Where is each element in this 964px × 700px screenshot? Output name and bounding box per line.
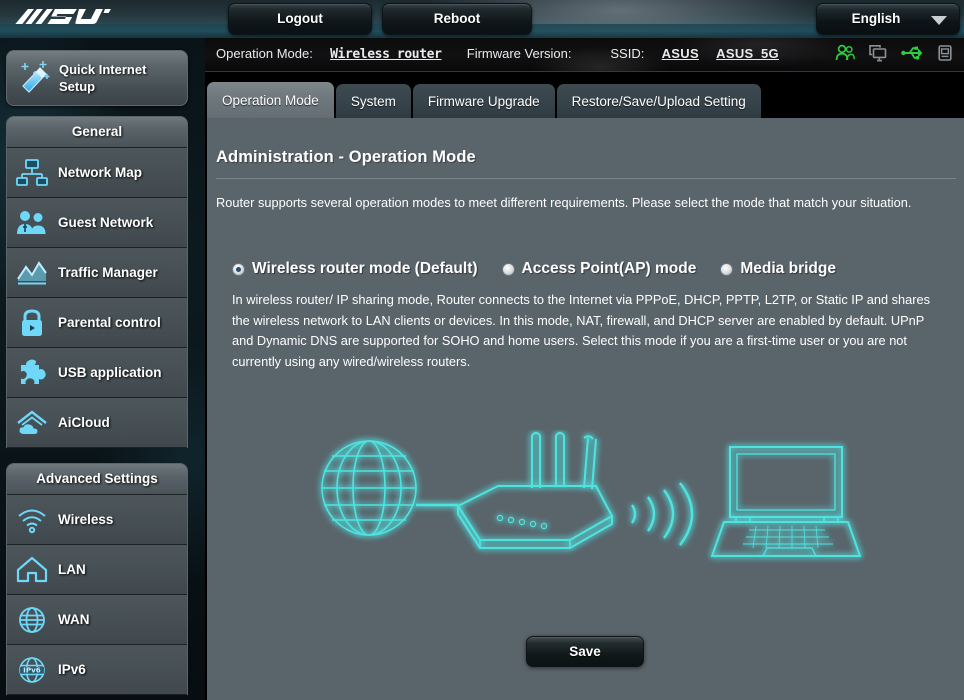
sidebar-item-wan-label: WAN [58, 612, 90, 627]
globe-icon [15, 604, 49, 636]
sidebar-group-general: General Network Map Guest Network Traffi… [6, 116, 188, 448]
top-banner: Logout Reboot English [0, 0, 964, 38]
sidebar-item-traffic-manager-label: Traffic Manager [58, 265, 158, 280]
tab-system[interactable]: System [335, 84, 411, 120]
operation-mode-label: Operation Mode: [216, 46, 313, 61]
sidebar-item-aicloud-label: AiCloud [58, 415, 110, 430]
svg-text:IPv6: IPv6 [23, 665, 41, 674]
sidebar-group-advanced-header: Advanced Settings [7, 464, 187, 495]
tab-firmware-upgrade[interactable]: Firmware Upgrade [412, 84, 555, 120]
asus-logo [13, 7, 111, 29]
page-intro-text: Router supports several operation modes … [216, 195, 912, 210]
status-icon-tray [835, 44, 954, 62]
sidebar: Quick Internet Setup General Network Map… [0, 38, 205, 700]
sidebar-item-parental-control-label: Parental control [58, 315, 161, 330]
save-button[interactable]: Save [526, 636, 644, 667]
network-topology-diagram [312, 430, 872, 590]
sidebar-item-wireless[interactable]: Wireless [7, 495, 187, 545]
sidebar-item-usb-application-label: USB application [58, 365, 162, 380]
sidebar-item-guest-network-label: Guest Network [58, 215, 154, 230]
logout-button[interactable]: Logout [228, 3, 372, 35]
laptop-icon [710, 446, 862, 557]
sidebar-item-wan[interactable]: WAN [7, 595, 187, 645]
sidebar-item-lan-label: LAN [58, 562, 86, 577]
language-selector-value: English [851, 11, 901, 26]
radio-option-access-point[interactable]: Access Point(AP) mode [501, 260, 697, 278]
chevron-down-icon [931, 16, 947, 25]
sidebar-item-ipv6[interactable]: IPv6 IPv6 [7, 645, 187, 695]
globe-internet-icon [321, 440, 417, 536]
wifi-icon [15, 504, 49, 536]
sidebar-item-parental-control[interactable]: Parental control [7, 298, 187, 348]
sidebar-item-guest-network[interactable]: Guest Network [7, 198, 187, 248]
sidebar-item-aicloud[interactable]: AiCloud [7, 398, 187, 448]
usb-icon[interactable] [901, 44, 923, 62]
house-icon [15, 554, 49, 586]
tab-strip: Operation Mode System Firmware Upgrade R… [207, 82, 761, 120]
language-selector[interactable]: English [816, 3, 960, 35]
radio-media-bridge[interactable] [720, 262, 734, 276]
radio-wireless-router[interactable] [232, 262, 245, 276]
radio-access-point-label: Access Point(AP) mode [521, 260, 697, 277]
clients-users-icon[interactable] [835, 44, 855, 62]
wireless-router-icon [456, 432, 614, 549]
asus-router-admin-page: Logout Reboot English Operation Mode: Wi… [0, 0, 964, 700]
sidebar-item-traffic-manager[interactable]: Traffic Manager [7, 248, 187, 298]
ipv6-globe-icon: IPv6 [15, 654, 49, 686]
radio-option-wireless-router[interactable]: Wireless router mode (Default) [232, 260, 478, 278]
reboot-button[interactable]: Reboot [382, 3, 532, 35]
ssid-label: SSID: [610, 46, 645, 61]
printer-icon[interactable] [936, 44, 954, 62]
aicloud-icon [15, 407, 49, 439]
sidebar-group-general-header: General [7, 117, 187, 148]
main-content: Administration - Operation Mode Router s… [207, 118, 964, 700]
sidebar-group-advanced-settings: Advanced Settings Wireless LAN WAN IPv6 … [6, 463, 188, 695]
magic-wand-icon [16, 58, 56, 100]
asus-logo-mark [15, 9, 111, 24]
mode-description: In wireless router/ IP sharing mode, Rou… [232, 292, 931, 369]
tab-operation-mode[interactable]: Operation Mode [207, 82, 334, 120]
page-title: Administration - Operation Mode [216, 148, 476, 166]
sidebar-item-usb-application[interactable]: USB application [7, 348, 187, 398]
ssid-value-5g[interactable]: ASUS_5G [716, 46, 779, 61]
operation-mode-value[interactable]: Wireless router [330, 47, 442, 62]
title-divider [216, 178, 956, 179]
radio-media-bridge-label: Media bridge [740, 260, 836, 277]
ssid-value-2g[interactable]: ASUS [662, 46, 699, 61]
wifi-waves-icon [630, 482, 694, 546]
puzzle-piece-icon [15, 357, 49, 389]
status-bar-text: Operation Mode: Wireless router Firmware… [216, 46, 779, 62]
lock-icon [15, 307, 49, 339]
operation-mode-radio-group: Wireless router mode (Default) Access Po… [232, 260, 860, 278]
sidebar-item-network-map[interactable]: Network Map [7, 148, 187, 198]
quick-internet-setup-label: Quick Internet Setup [59, 62, 147, 94]
traffic-manager-icon [15, 257, 49, 289]
quick-internet-setup-button[interactable]: Quick Internet Setup [6, 50, 188, 106]
tab-restore-save-upload-setting[interactable]: Restore/Save/Upload Setting [556, 84, 761, 120]
firmware-version-label: Firmware Version: [466, 46, 572, 61]
guest-network-icon [15, 207, 49, 239]
sidebar-item-wireless-label: Wireless [58, 512, 114, 527]
radio-wireless-router-label: Wireless router mode (Default) [252, 260, 478, 277]
radio-option-media-bridge[interactable]: Media bridge [720, 260, 836, 278]
monitors-icon[interactable] [868, 44, 888, 62]
sidebar-item-network-map-label: Network Map [58, 165, 143, 180]
radio-access-point[interactable] [501, 262, 515, 276]
network-map-icon [15, 157, 49, 189]
sidebar-item-lan[interactable]: LAN [7, 545, 187, 595]
sidebar-item-ipv6-label: IPv6 [58, 662, 86, 677]
